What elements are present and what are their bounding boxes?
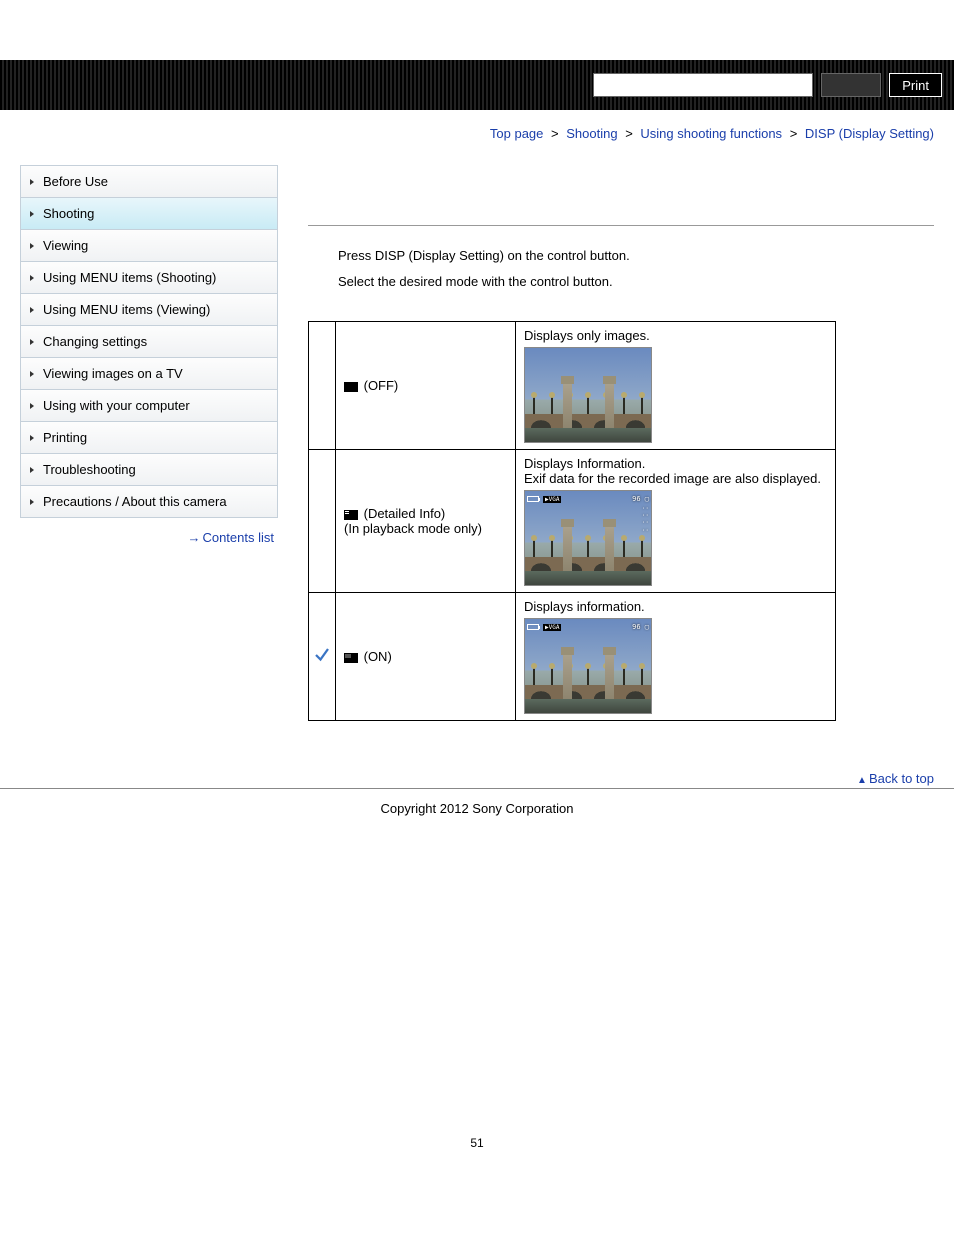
sidebar-item-using-menu-items-shooting[interactable]: Using MENU items (Shooting)	[21, 262, 277, 294]
copyright: Copyright 2012 Sony Corporation	[0, 788, 954, 856]
table-row: (OFF) Displays only images.	[309, 322, 836, 450]
sidebar-item-using-menu-items-viewing[interactable]: Using MENU items (Viewing)	[21, 294, 277, 326]
sample-image: ▶VGA96 ▢········	[524, 490, 652, 586]
check-cell	[309, 593, 336, 721]
sample-image: ▶VGA96 ▢	[524, 618, 652, 714]
sidebar-item-changing-settings[interactable]: Changing settings	[21, 326, 277, 358]
breadcrumb-current: DISP (Display Setting)	[805, 126, 934, 141]
mode-desc-cell: Displays information. ▶VGA96 ▢	[516, 593, 836, 721]
display-mode-table: (OFF) Displays only images. (Detailed Inf…	[308, 321, 836, 721]
table-row: (ON) Displays information. ▶VGA96 ▢	[309, 593, 836, 721]
main-content: Press DISP (Display Setting) on the cont…	[278, 161, 934, 788]
breadcrumb-functions[interactable]: Using shooting functions	[640, 126, 782, 141]
breadcrumb: Top page > Shooting > Using shooting fun…	[0, 110, 954, 161]
instruction-1: Press DISP (Display Setting) on the cont…	[338, 246, 934, 266]
check-cell	[309, 450, 336, 593]
breadcrumb-top[interactable]: Top page	[490, 126, 544, 141]
mode-label: (ON)	[360, 649, 392, 664]
mode-sublabel: (In playback mode only)	[344, 521, 507, 536]
triangle-up-icon: ▲	[857, 775, 867, 786]
search-button[interactable]	[821, 73, 881, 97]
display-mode-icon	[344, 653, 358, 663]
desc-line: Displays Information.	[524, 456, 827, 471]
contents-list-link[interactable]: Contents list	[202, 530, 274, 545]
sidebar-item-before-use[interactable]: Before Use	[21, 166, 277, 198]
print-button[interactable]: Print	[889, 73, 942, 97]
arrow-right-icon: →	[187, 530, 200, 545]
sidebar-item-shooting[interactable]: Shooting	[21, 198, 277, 230]
desc-line: Displays information.	[524, 599, 827, 614]
display-mode-icon	[344, 382, 358, 392]
instruction-2: Select the desired mode with the control…	[338, 272, 934, 292]
desc-line: Exif data for the recorded image are als…	[524, 471, 827, 486]
search-input[interactable]	[593, 73, 813, 97]
sidebar-item-viewing-images-on-a-tv[interactable]: Viewing images on a TV	[21, 358, 277, 390]
display-mode-icon	[344, 510, 358, 520]
header-bar: Print	[0, 60, 954, 110]
sample-image	[524, 347, 652, 443]
sidebar: Before UseShootingViewingUsing MENU item…	[20, 165, 278, 545]
sidebar-item-viewing[interactable]: Viewing	[21, 230, 277, 262]
mode-label-cell: (Detailed Info)(In playback mode only)	[336, 450, 516, 593]
desc-line: Displays only images.	[524, 328, 827, 343]
mode-label-cell: (ON)	[336, 593, 516, 721]
mode-desc-cell: Displays only images.	[516, 322, 836, 450]
page-number: 51	[0, 856, 954, 1170]
sidebar-item-troubleshooting[interactable]: Troubleshooting	[21, 454, 277, 486]
mode-desc-cell: Displays Information.Exif data for the r…	[516, 450, 836, 593]
sidebar-item-using-with-your-computer[interactable]: Using with your computer	[21, 390, 277, 422]
check-icon	[313, 652, 331, 667]
back-to-top-link[interactable]: Back to top	[869, 771, 934, 786]
mode-label-cell: (OFF)	[336, 322, 516, 450]
mode-label: (Detailed Info)	[360, 506, 445, 521]
check-cell	[309, 322, 336, 450]
sidebar-item-printing[interactable]: Printing	[21, 422, 277, 454]
mode-label: (OFF)	[360, 378, 398, 393]
sidebar-item-precautions-about-this-camera[interactable]: Precautions / About this camera	[21, 486, 277, 518]
breadcrumb-shooting[interactable]: Shooting	[566, 126, 617, 141]
table-row: (Detailed Info)(In playback mode only)Di…	[309, 450, 836, 593]
